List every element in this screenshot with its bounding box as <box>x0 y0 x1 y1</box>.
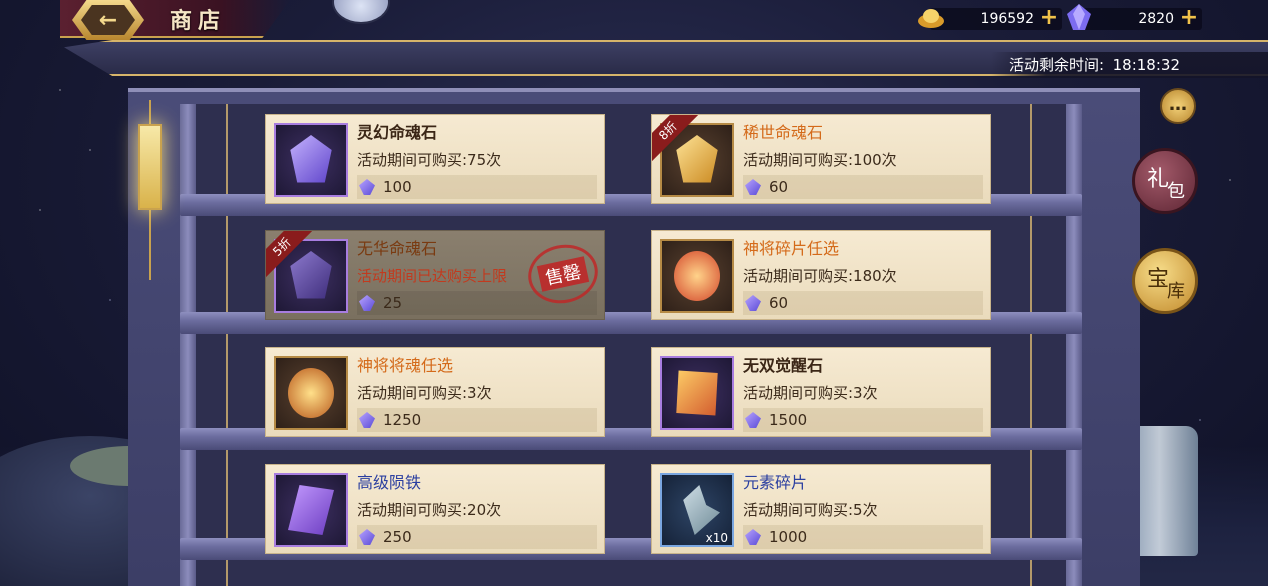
shop-item-card[interactable]: 灵幻命魂石 活动期间可购买:75次 100 <box>265 114 605 204</box>
crystal-icon <box>359 529 375 545</box>
meteor-iron-icon <box>288 485 334 535</box>
crystal-icon <box>745 412 761 428</box>
price-value: 1250 <box>383 411 422 429</box>
crystal-icon <box>359 179 375 195</box>
price-value: 60 <box>769 294 789 312</box>
item-price: 1000 <box>743 525 983 549</box>
crystal-icon <box>745 295 761 311</box>
shelf-rope <box>226 104 228 586</box>
price-value: 1500 <box>769 411 808 429</box>
item-thumbnail <box>660 239 734 313</box>
spirit-stone-icon <box>290 251 332 299</box>
back-arrow-icon: ← <box>81 5 135 35</box>
item-name: 灵幻命魂石 <box>357 123 438 142</box>
purchase-limit: 活动期间可购买:5次 <box>743 501 878 519</box>
item-name: 神将将魂任选 <box>357 356 454 375</box>
item-quantity: x10 <box>705 531 728 545</box>
chat-bubble-icon: … <box>1169 94 1187 115</box>
element-shard-icon <box>683 485 720 535</box>
spirit-stone-icon <box>290 135 332 183</box>
page-title: 商店 <box>170 8 227 34</box>
purchase-limit: 活动期间可购买:3次 <box>357 384 492 402</box>
shelf-rope <box>1030 104 1032 586</box>
item-thumbnail <box>660 356 734 430</box>
gift-label-2: 包 <box>1167 181 1185 202</box>
shop-item-card[interactable]: 神将将魂任选 活动期间可购买:3次 1250 <box>265 347 605 437</box>
crystal-icon <box>745 529 761 545</box>
sold-out-label: 售罄 <box>536 256 590 292</box>
purchase-limit: 活动期间可购买:3次 <box>743 384 878 402</box>
price-value: 60 <box>769 178 789 196</box>
add-gold-button[interactable]: + <box>1038 7 1060 30</box>
item-name: 神将碎片任选 <box>743 239 840 258</box>
event-timer: 活动剩余时间: 18:18:32 <box>990 52 1268 78</box>
purchase-limit: 活动期间可购买:75次 <box>357 151 502 169</box>
shelf-post <box>1066 104 1082 586</box>
add-crystal-button[interactable]: + <box>1178 7 1200 30</box>
purchase-limit: 活动期间可购买:100次 <box>743 151 897 169</box>
crystal-icon <box>359 412 375 428</box>
purchase-limit: 活动期间已达购买上限 <box>357 267 508 285</box>
vault-label-2: 库 <box>1167 281 1185 302</box>
crystal-currency: 2820 + <box>1067 4 1202 30</box>
awakening-stone-icon <box>676 370 718 416</box>
timer-label: 活动剩余时间: <box>1008 56 1104 74</box>
price-value: 25 <box>383 294 403 312</box>
treasury-button[interactable]: 宝 库 <box>1132 248 1198 314</box>
item-price: 100 <box>357 175 597 199</box>
item-price: 60 <box>743 291 983 315</box>
shop-item-card[interactable]: 神将碎片任选 活动期间可购买:180次 60 <box>651 230 991 320</box>
item-name: 无双觉醒石 <box>743 356 824 375</box>
item-name: 元素碎片 <box>743 473 808 492</box>
crystal-icon <box>1067 4 1091 30</box>
shop-item-card[interactable]: x10 元素碎片 活动期间可购买:5次 1000 <box>651 464 991 554</box>
gift-pack-button[interactable]: 礼 包 <box>1132 148 1198 214</box>
shop-item-card[interactable]: 8折 稀世命魂石 活动期间可购买:100次 60 <box>651 114 991 204</box>
price-value: 250 <box>383 528 412 546</box>
price-value: 100 <box>383 178 412 196</box>
shop-item-card[interactable]: 高级陨铁 活动期间可购买:20次 250 <box>265 464 605 554</box>
hero-shard-icon <box>674 251 720 301</box>
item-price: 1250 <box>357 408 597 432</box>
crystal-icon <box>359 295 375 311</box>
crystal-icon <box>745 179 761 195</box>
avatar[interactable] <box>332 0 390 24</box>
shop-item-card[interactable]: 5折 无华命魂石 活动期间已达购买上限 25 售罄 <box>265 230 605 320</box>
gift-label-1: 礼 <box>1147 167 1170 192</box>
item-thumbnail <box>274 123 348 197</box>
gold-ingot-icon <box>918 9 944 28</box>
gold-currency: 196592 + <box>918 7 1062 30</box>
spirit-stone-icon <box>676 135 718 183</box>
item-name: 稀世命魂石 <box>743 123 824 142</box>
price-value: 1000 <box>769 528 808 546</box>
chat-button[interactable]: … <box>1160 88 1196 124</box>
item-price: 60 <box>743 175 983 199</box>
item-thumbnail <box>274 356 348 430</box>
top-bar: ← 商店 196592 + 2820 + <box>0 0 1268 40</box>
item-price: 1500 <box>743 408 983 432</box>
item-thumbnail <box>274 473 348 547</box>
item-thumbnail: x10 <box>660 473 734 547</box>
vault-label-1: 宝 <box>1147 267 1170 292</box>
hero-soul-icon <box>288 368 334 418</box>
purchase-limit: 活动期间可购买:20次 <box>357 501 502 519</box>
shop-item-card[interactable]: 无双觉醒石 活动期间可购买:3次 1500 <box>651 347 991 437</box>
purchase-limit: 活动期间可购买:180次 <box>743 267 897 285</box>
back-button[interactable]: ← <box>72 0 144 40</box>
timer-value: 18:18:32 <box>1112 56 1180 74</box>
item-name: 无华命魂石 <box>357 239 438 258</box>
item-name: 高级陨铁 <box>357 473 422 492</box>
lantern <box>138 124 162 210</box>
item-price: 250 <box>357 525 597 549</box>
shelf-post <box>180 104 196 586</box>
